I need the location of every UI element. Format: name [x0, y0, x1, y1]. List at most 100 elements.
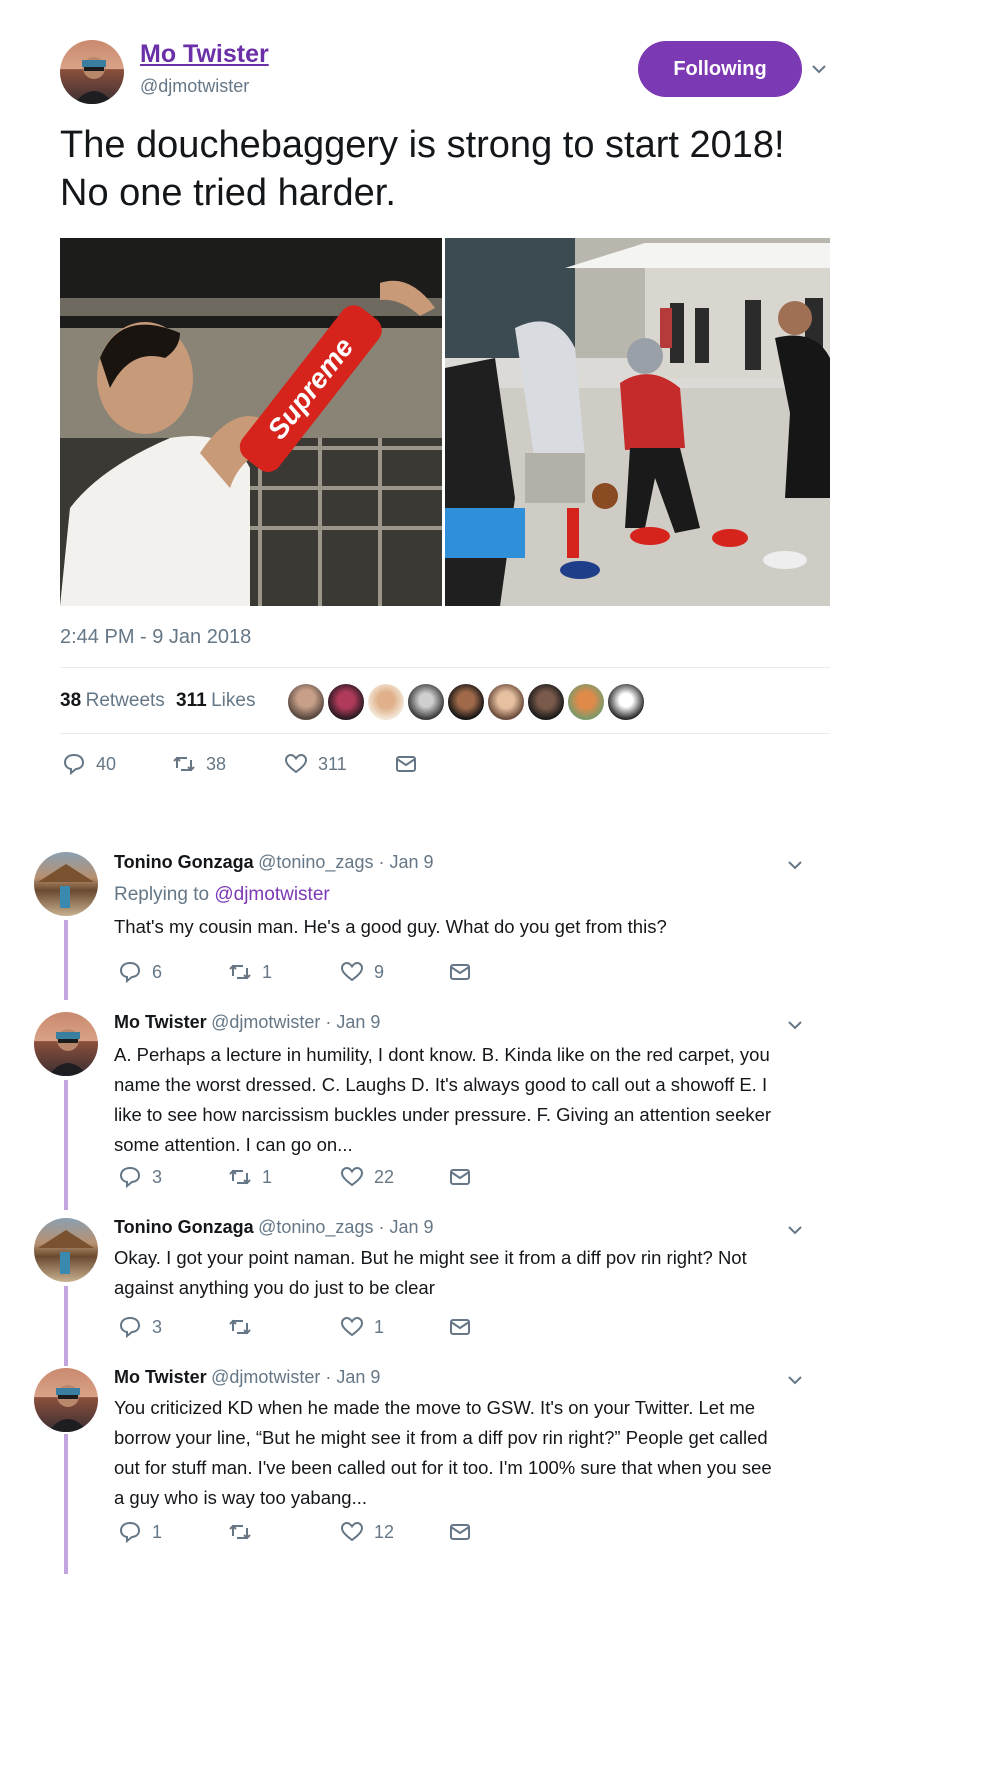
liker-avatar[interactable] — [446, 682, 486, 722]
likes-count: 311 — [176, 690, 207, 711]
reply-action[interactable]: 6 — [118, 960, 162, 984]
author-avatar[interactable] — [60, 40, 124, 104]
like-action[interactable]: 311 — [284, 752, 347, 776]
retweet-count: 1 — [262, 961, 273, 982]
liker-avatar[interactable] — [326, 682, 366, 722]
envelope-icon — [450, 1319, 470, 1335]
reply-handle[interactable]: @tonino_zags · Jan 9 — [258, 1217, 433, 1237]
chevron-down-icon[interactable] — [786, 856, 804, 874]
chevron-down-icon[interactable] — [786, 1371, 804, 1389]
reply-text-line: out for stuff man. I've been called out … — [114, 1457, 772, 1478]
retweet-icon — [229, 964, 251, 980]
retweet-icon — [229, 1319, 251, 1335]
reply-action[interactable]: 3 — [118, 1165, 162, 1189]
heart-icon — [284, 753, 308, 774]
reply-header: Tonino Gonzaga @tonino_zags · Jan 9 — [114, 1217, 434, 1238]
reply-text: That's my cousin man. He's a good guy. W… — [114, 916, 667, 937]
reply-icon — [119, 1166, 141, 1189]
tweet-timestamp[interactable]: 2:44 PM - 9 Jan 2018 — [60, 626, 251, 649]
reply-handle[interactable]: @djmotwister · Jan 9 — [211, 1367, 380, 1387]
liker-avatar[interactable] — [606, 682, 646, 722]
retweets-label: Retweets — [85, 690, 165, 711]
tweet-image-right[interactable] — [445, 238, 830, 606]
avatar-icon — [74, 57, 114, 104]
retweets-count: 38 — [60, 690, 82, 711]
envelope-icon — [450, 1524, 470, 1540]
reply-count: 3 — [152, 1316, 163, 1337]
reply-avatar[interactable] — [34, 852, 98, 916]
envelope-icon — [450, 1169, 470, 1185]
likes-stat[interactable]: 311 Likes — [176, 690, 255, 712]
retweet-action[interactable] — [228, 1520, 262, 1544]
liker-avatar[interactable] — [566, 682, 606, 722]
message-action[interactable] — [448, 1165, 472, 1189]
retweets-stat[interactable]: 38 Retweets — [60, 690, 165, 712]
reply-name[interactable]: Tonino Gonzaga — [114, 1217, 254, 1237]
retweet-action[interactable]: 1 — [228, 1165, 272, 1189]
chevron-down-icon[interactable] — [810, 60, 828, 78]
reply-name[interactable]: Mo Twister — [114, 1012, 207, 1032]
replying-to-handle[interactable]: @djmotwister — [214, 884, 329, 905]
reply-header: Mo Twister @djmotwister · Jan 9 — [114, 1367, 380, 1388]
liker-avatars — [286, 682, 646, 722]
reply-text-line: borrow your line, “But he might see it f… — [114, 1427, 768, 1448]
author-name[interactable]: Mo Twister — [140, 40, 269, 69]
tweet-image-left[interactable]: Supreme — [60, 238, 442, 606]
like-action[interactable]: 22 — [340, 1165, 394, 1189]
envelope-icon — [450, 964, 470, 980]
reply-icon — [119, 961, 141, 984]
avatar-icon — [48, 1385, 88, 1432]
liker-avatar[interactable] — [486, 682, 526, 722]
like-count: 311 — [318, 753, 347, 774]
like-count: 1 — [374, 1316, 385, 1337]
like-action[interactable]: 1 — [340, 1315, 384, 1339]
message-action[interactable] — [448, 1315, 472, 1339]
retweet-icon — [229, 1169, 251, 1185]
replying-prefix: Replying to — [114, 884, 215, 905]
reply-action[interactable]: 40 — [62, 752, 116, 776]
liker-avatar[interactable] — [286, 682, 326, 722]
retweet-action[interactable] — [228, 1315, 262, 1339]
heart-icon — [340, 1521, 364, 1542]
reply-action[interactable]: 1 — [118, 1520, 162, 1544]
envelope-icon — [396, 756, 416, 772]
like-action[interactable]: 9 — [340, 960, 384, 984]
retweet-icon — [229, 1524, 251, 1540]
reply-avatar[interactable] — [34, 1368, 98, 1432]
message-action[interactable] — [394, 752, 418, 776]
following-button[interactable]: Following — [638, 41, 802, 97]
reply-handle[interactable]: @djmotwister · Jan 9 — [211, 1012, 380, 1032]
author-handle[interactable]: @djmotwister — [140, 76, 249, 97]
retweet-action[interactable]: 1 — [228, 960, 272, 984]
retweet-action[interactable]: 38 — [172, 752, 226, 776]
photo-arm-sleeve: Supreme — [60, 238, 442, 606]
retweet-count: 1 — [262, 1166, 273, 1187]
reply-avatar[interactable] — [34, 1012, 98, 1076]
chevron-down-icon[interactable] — [786, 1221, 804, 1239]
liker-avatar[interactable] — [526, 682, 566, 722]
reply-name[interactable]: Mo Twister — [114, 1367, 207, 1387]
reply-icon — [119, 1316, 141, 1339]
reply-text-line: some attention. I can go on... — [114, 1134, 353, 1155]
chevron-down-icon[interactable] — [786, 1016, 804, 1034]
hut-icon — [38, 864, 94, 908]
reply-handle[interactable]: @tonino_zags · Jan 9 — [258, 852, 433, 872]
thread-line — [64, 1286, 68, 1366]
reply-count: 3 — [152, 1166, 163, 1187]
message-action[interactable] — [448, 1520, 472, 1544]
reply-text-line: A. Perhaps a lecture in humility, I dont… — [114, 1044, 770, 1065]
thread-line — [64, 1080, 68, 1210]
replying-to: Replying to @djmotwister — [114, 884, 330, 906]
heart-icon — [340, 1316, 364, 1337]
thread-line — [64, 1434, 68, 1574]
message-action[interactable] — [448, 960, 472, 984]
liker-avatar[interactable] — [366, 682, 406, 722]
reply-action[interactable]: 3 — [118, 1315, 162, 1339]
reply-name[interactable]: Tonino Gonzaga — [114, 852, 254, 872]
divider — [60, 733, 830, 734]
liker-avatar[interactable] — [406, 682, 446, 722]
retweet-icon — [173, 756, 195, 772]
like-action[interactable]: 12 — [340, 1520, 394, 1544]
reply-text-line: You criticized KD when he made the move … — [114, 1397, 756, 1418]
reply-avatar[interactable] — [34, 1218, 98, 1282]
